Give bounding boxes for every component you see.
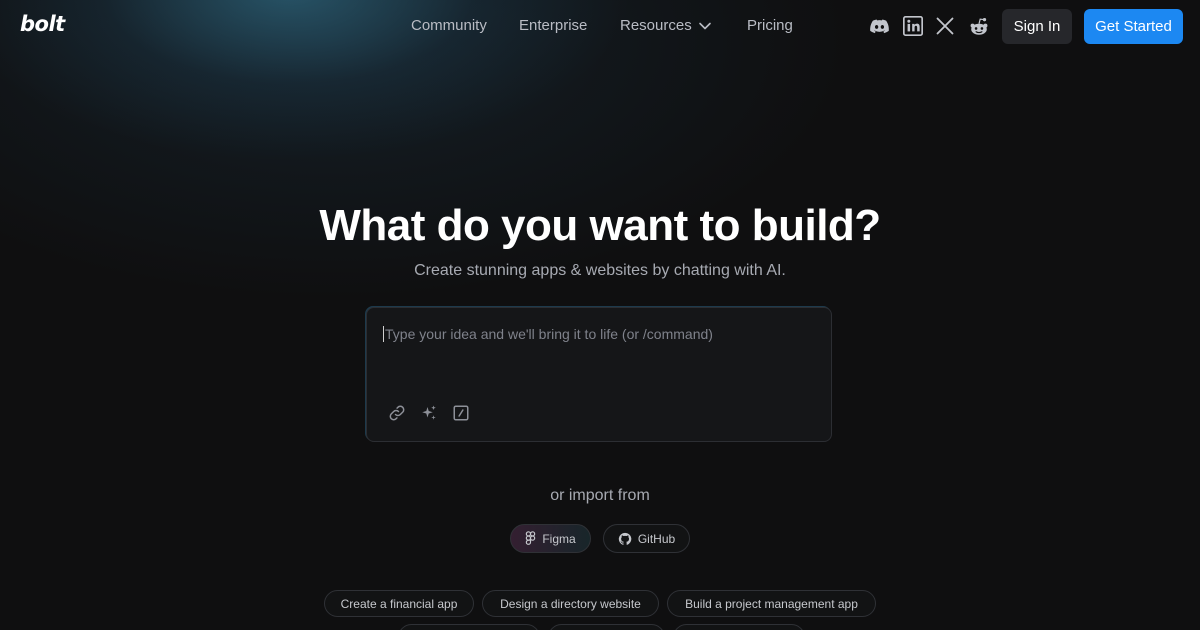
import-label: or import from bbox=[550, 487, 650, 504]
import-github-button[interactable]: GitHub bbox=[603, 524, 690, 553]
linkedin-icon[interactable] bbox=[903, 16, 923, 36]
x-icon[interactable] bbox=[935, 16, 955, 36]
reddit-icon[interactable] bbox=[968, 16, 990, 38]
nav-resources-label: Resources bbox=[620, 17, 692, 34]
nav-community[interactable]: Community bbox=[411, 17, 487, 34]
prompt-box bbox=[366, 307, 832, 442]
get-started-button[interactable]: Get Started bbox=[1084, 9, 1183, 44]
link-icon[interactable] bbox=[388, 404, 406, 427]
prompt-input[interactable] bbox=[383, 326, 815, 342]
github-icon bbox=[618, 532, 632, 545]
page-subtitle: Create stunning apps & websites by chatt… bbox=[414, 262, 786, 279]
example-prompt-chip[interactable]: Create a financial app bbox=[324, 590, 474, 617]
example-prompt-chip[interactable] bbox=[673, 624, 805, 630]
nav-resources[interactable]: Resources bbox=[620, 17, 712, 34]
nav-enterprise[interactable]: Enterprise bbox=[519, 17, 587, 34]
example-prompt-chip[interactable]: Design a directory website bbox=[482, 590, 659, 617]
sign-in-button[interactable]: Sign In bbox=[1002, 9, 1072, 44]
slash-command-icon[interactable] bbox=[452, 404, 470, 427]
import-figma-label: Figma bbox=[542, 531, 576, 546]
chevron-down-icon bbox=[698, 22, 711, 30]
nav-pricing[interactable]: Pricing bbox=[747, 17, 793, 34]
page-title: What do you want to build? bbox=[319, 201, 881, 250]
sparkles-icon[interactable] bbox=[420, 404, 438, 427]
discord-icon[interactable] bbox=[869, 16, 890, 37]
example-prompt-chip[interactable] bbox=[398, 624, 540, 630]
bolt-logo[interactable]: bolt bbox=[20, 12, 65, 36]
figma-icon bbox=[526, 531, 536, 545]
header: bolt Community Enterprise Resources Pric… bbox=[0, 0, 1200, 52]
example-prompt-chip[interactable]: Build a project management app bbox=[667, 590, 876, 617]
example-prompt-chip[interactable] bbox=[548, 624, 665, 630]
import-figma-button[interactable]: Figma bbox=[510, 524, 591, 553]
page: bolt Community Enterprise Resources Pric… bbox=[0, 0, 1200, 630]
import-github-label: GitHub bbox=[637, 531, 676, 546]
